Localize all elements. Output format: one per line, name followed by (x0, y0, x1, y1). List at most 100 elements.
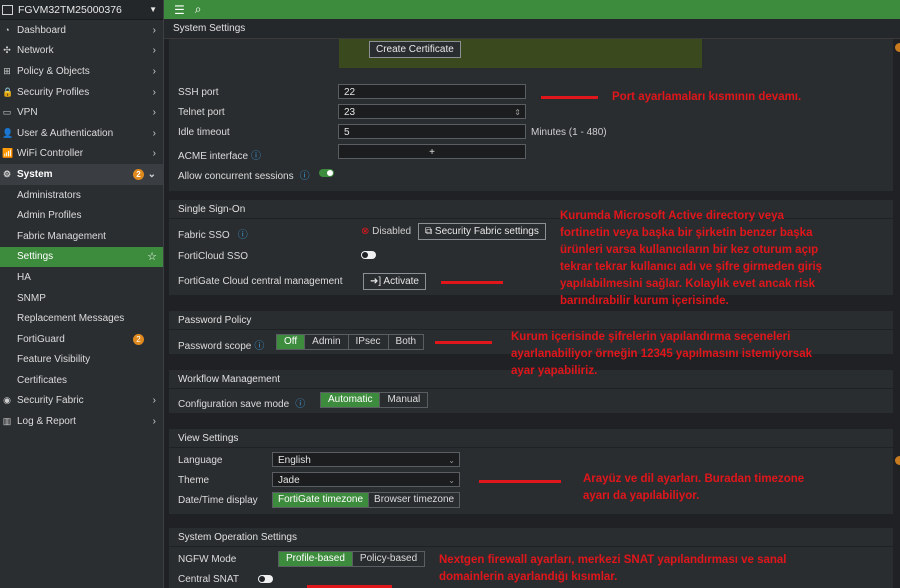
sidebar-item-network[interactable]: ✣ Network › (0, 41, 163, 62)
password-scope-text: Password scope (178, 341, 252, 352)
language-label: Language (178, 455, 223, 466)
network-icon: ✣ (3, 45, 11, 56)
datetime-display-selector: FortiGate timezone Browser timezone (272, 492, 461, 508)
create-certificate-button[interactable]: Create Certificate (369, 41, 461, 58)
security-fabric-settings-button[interactable]: ⧉ Security Fabric settings (418, 223, 546, 240)
theme-label: Theme (178, 475, 210, 486)
language-select[interactable]: English ⌄ (272, 452, 460, 467)
central-snat-toggle[interactable] (258, 575, 273, 583)
sidebar-item-certificates[interactable]: Certificates (0, 370, 163, 391)
sidebar-item-label: System (17, 168, 53, 180)
sidebar-item-vpn[interactable]: ▭ VPN › (0, 102, 163, 123)
scope-option-admin[interactable]: Admin (305, 335, 349, 349)
acme-interface-select[interactable]: + (338, 144, 526, 159)
theme-value: Jade (278, 475, 300, 486)
sidebar-item-log-report[interactable]: ▥ Log & Report › (0, 411, 163, 432)
sidebar-item-user-auth[interactable]: 👤 User & Authentication › (0, 123, 163, 144)
sidebar-item-system[interactable]: ⚙ System 2 ⌄ (0, 164, 163, 185)
fabric-sso-text: Fabric SSO (178, 230, 230, 241)
security-fabric-settings-label: Security Fabric settings (434, 226, 539, 237)
chevron-down-icon: ⌄ (147, 168, 156, 180)
datetime-fortigate[interactable]: FortiGate timezone (273, 493, 370, 507)
stepper-arrows-icon[interactable]: ⇕ (514, 105, 521, 120)
info-icon: ⓘ (299, 171, 310, 182)
sidebar-item-security-fabric[interactable]: ◉ Security Fabric › (0, 391, 163, 412)
page-header: System Settings (164, 19, 900, 39)
sidebar-item-replacement-messages[interactable]: Replacement Messages (0, 308, 163, 329)
info-icon: ⓘ (295, 399, 306, 410)
user-icon: 👤 (2, 127, 14, 138)
sidebar-item-label: Security Profiles (17, 86, 90, 98)
sidebar-item-wifi-controller[interactable]: 📶 WiFi Controller › (0, 144, 163, 165)
ngfw-profile-based[interactable]: Profile-based (279, 552, 353, 566)
search-icon[interactable]: ⌕ (195, 2, 202, 17)
annotation-line (479, 480, 561, 483)
sidebar: FGVM32TM25000376 ▼ ◔ Dashboard › ✣ Network ›… (0, 0, 164, 588)
annotation-sso: Kurumda Microsoft Active directory veya … (560, 210, 823, 307)
save-mode-automatic[interactable]: Automatic (321, 393, 381, 407)
forticloud-sso-toggle[interactable] (361, 251, 376, 259)
notification-badge: 2 (133, 333, 144, 345)
sidebar-item-admin-profiles[interactable]: Admin Profiles (0, 205, 163, 226)
ngfw-policy-based[interactable]: Policy-based (353, 552, 424, 566)
ngfw-mode-label: NGFW Mode (178, 554, 237, 565)
ssh-port-input[interactable]: 22 (338, 84, 526, 99)
sidebar-item-label: Policy & Objects (17, 65, 90, 77)
sidebar-item-label: VPN (17, 107, 38, 119)
workflow-heading: Workflow Management (178, 373, 281, 385)
sidebar-item-label: Replacement Messages (17, 313, 125, 325)
forticloud-sso-label: FortiCloud SSO (178, 251, 249, 262)
device-selector[interactable]: FGVM32TM25000376 ▼ (0, 0, 163, 20)
sidebar-item-policy-objects[interactable]: ⊞ Policy & Objects › (0, 61, 163, 82)
password-scope-selector: Off Admin IPsec Both (276, 334, 425, 350)
acme-interface-label: ACME interface ⓘ (178, 147, 261, 162)
telnet-port-label: Telnet port (178, 107, 225, 118)
password-scope-label: Password scope ⓘ (178, 337, 264, 352)
central-snat-label: Central SNAT (178, 574, 239, 585)
sidebar-item-label: User & Authentication (17, 127, 114, 139)
fabric-sso-status-text: Disabled (372, 226, 412, 237)
scroll-edge-marker (895, 43, 900, 52)
telnet-port-stepper[interactable]: 23 ⇕ (338, 104, 526, 119)
sidebar-item-security-profiles[interactable]: 🔒 Security Profiles › (0, 82, 163, 103)
sidebar-item-fortiguard[interactable]: FortiGuard 2 (0, 329, 163, 350)
scope-option-both[interactable]: Both (389, 335, 424, 349)
concurrent-sessions-toggle[interactable] (319, 169, 334, 177)
dashboard-icon: ◔ (4, 25, 10, 36)
sidebar-item-snmp[interactable]: SNMP (0, 288, 163, 309)
theme-select[interactable]: Jade ⌄ (272, 472, 460, 487)
sidebar-item-label: Feature Visibility (17, 354, 91, 366)
sidebar-item-feature-visibility[interactable]: Feature Visibility (0, 350, 163, 371)
sidebar-item-fabric-management[interactable]: Fabric Management (0, 226, 163, 247)
sidebar-item-label: Fabric Management (17, 230, 106, 242)
notification-badge: 2 (133, 168, 144, 180)
info-icon: ⓘ (237, 230, 248, 241)
lock-icon: 🔒 (2, 86, 14, 97)
fabric-icon: ◉ (3, 395, 11, 406)
settings-content: Create Certificate SSH port 22 Telnet po… (164, 39, 900, 588)
sidebar-item-dashboard[interactable]: ◔ Dashboard › (0, 20, 163, 41)
page-title: System Settings (173, 23, 246, 34)
save-mode-manual[interactable]: Manual (380, 393, 427, 407)
datetime-browser[interactable]: Browser timezone (369, 493, 459, 507)
disabled-x-icon: ⊗ (361, 226, 370, 237)
view-settings-header: View Settings (169, 429, 893, 447)
sidebar-item-ha[interactable]: HA (0, 267, 163, 288)
star-icon[interactable]: ☆ (147, 250, 157, 263)
sidebar-item-label: Settings (17, 251, 54, 263)
chevron-right-icon: › (152, 395, 156, 407)
chevron-right-icon: › (152, 107, 156, 119)
scope-option-off[interactable]: Off (277, 335, 306, 349)
sidebar-item-settings[interactable]: Settings ☆ (0, 246, 163, 268)
hamburger-menu-icon[interactable]: ☰ (174, 3, 185, 17)
sidebar-item-administrators[interactable]: Administrators (0, 185, 163, 206)
scope-option-ipsec[interactable]: IPsec (349, 335, 389, 349)
ngfw-mode-selector: Profile-based Policy-based (278, 551, 426, 567)
chevron-right-icon: › (152, 416, 156, 428)
activate-button[interactable]: ➜] Activate (363, 273, 426, 290)
device-icon (2, 4, 13, 15)
chevron-right-icon: › (152, 24, 156, 36)
system-operation-header: System Operation Settings (169, 528, 893, 546)
device-name: FGVM32TM25000376 (18, 3, 122, 16)
idle-timeout-input[interactable]: 5 (338, 124, 526, 139)
